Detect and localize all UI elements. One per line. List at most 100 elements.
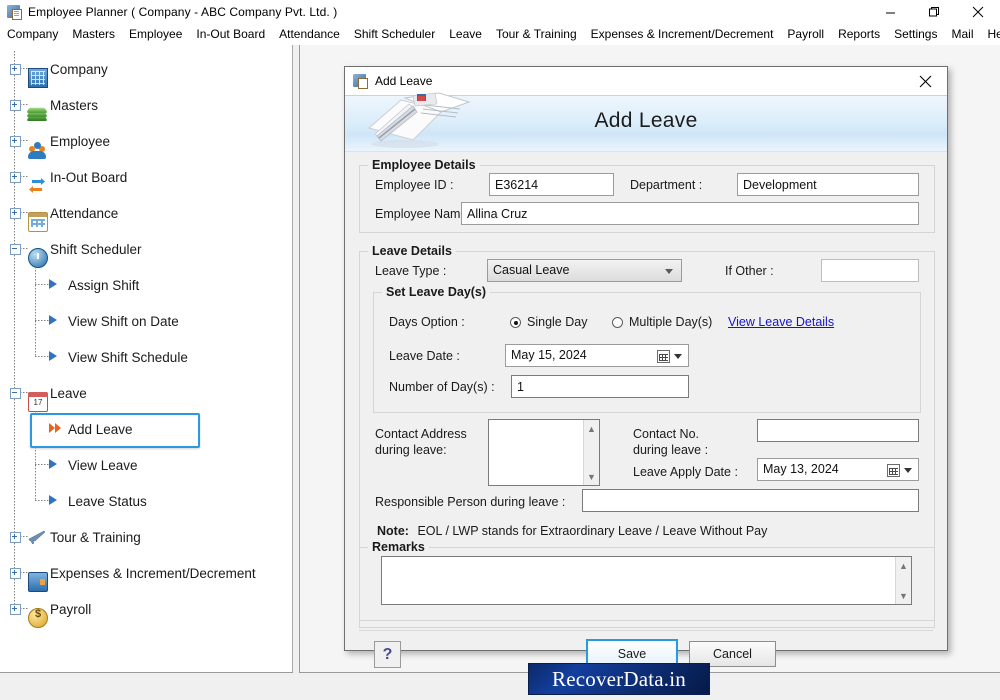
department-label: Department : [630, 178, 703, 192]
employee-name-label: Employee Name : [375, 207, 475, 221]
sidebar-item-assign-shift[interactable]: Assign Shift [0, 267, 292, 303]
collapse-toggle-icon[interactable] [10, 388, 21, 399]
arrow-right-icon [49, 315, 57, 325]
menu-item-masters[interactable]: Masters [65, 24, 122, 45]
menu-item-settings[interactable]: Settings [887, 24, 944, 45]
leave-type-select[interactable]: Casual Leave [487, 259, 682, 282]
expand-toggle-icon[interactable] [10, 604, 21, 615]
menu-item-tour-training[interactable]: Tour & Training [489, 24, 584, 45]
menu-item-shift-scheduler[interactable]: Shift Scheduler [347, 24, 442, 45]
remarks-textarea[interactable]: ▲ ▼ [381, 556, 912, 605]
collapse-toggle-icon[interactable] [10, 244, 21, 255]
expand-toggle-icon[interactable] [10, 100, 21, 111]
help-button[interactable]: ? [374, 641, 401, 668]
sidebar-item-expenses[interactable]: Expenses & Increment/Decrement [0, 555, 292, 592]
scroll-up-icon[interactable]: ▲ [584, 421, 599, 436]
sidebar-item-shift-scheduler[interactable]: Shift Scheduler [0, 231, 292, 268]
building-icon [28, 68, 48, 88]
number-of-days-field[interactable]: 1 [511, 375, 689, 398]
single-day-radio[interactable]: Single Day [510, 315, 587, 329]
leave-apply-date-field[interactable]: May 13, 2024 [757, 458, 919, 481]
contact-no-label-line1: Contact No. [633, 427, 700, 441]
sidebar-item-add-leave[interactable]: Add Leave [0, 411, 292, 448]
department-field[interactable]: Development [737, 173, 919, 196]
expand-toggle-icon[interactable] [10, 208, 21, 219]
sidebar-item-view-shift-schedule[interactable]: View Shift Schedule [0, 339, 292, 375]
set-leave-days-legend: Set Leave Day(s) [382, 285, 491, 299]
sidebar-item-in-out-board[interactable]: In-Out Board [0, 159, 292, 195]
application-window: Employee Planner ( Company - ABC Company… [0, 0, 1000, 700]
if-other-label: If Other : [725, 264, 774, 278]
contact-address-textarea[interactable]: ▲ ▼ [488, 419, 600, 486]
menu-item-employee[interactable]: Employee [122, 24, 189, 45]
minimize-button[interactable] [868, 0, 912, 24]
leave-date-field[interactable]: May 15, 2024 [505, 344, 689, 367]
expand-toggle-icon[interactable] [10, 136, 21, 147]
dialog-close-button[interactable] [903, 67, 947, 95]
remarks-legend: Remarks [368, 540, 429, 554]
single-day-label: Single Day [527, 315, 588, 329]
employee-id-field[interactable]: E36214 [489, 173, 614, 196]
scroll-down-icon[interactable]: ▼ [896, 588, 911, 603]
note-body: EOL / LWP stands for Extraordinary Leave… [417, 524, 768, 538]
sidebar-item-label: Masters [50, 97, 99, 113]
content-area: Company Masters Employee In-Out Board At… [0, 45, 1000, 700]
calendar-icon[interactable] [657, 350, 670, 363]
sidebar-item-label: Shift Scheduler [50, 241, 142, 257]
menu-item-expenses[interactable]: Expenses & Increment/Decrement [584, 24, 781, 45]
scroll-up-icon[interactable]: ▲ [896, 558, 911, 573]
sidebar-item-label: Tour & Training [50, 529, 141, 545]
sidebar-item-tour-training[interactable]: Tour & Training [0, 519, 292, 555]
sidebar-item-attendance[interactable]: Attendance [0, 195, 292, 232]
textarea-scrollbar[interactable]: ▲ ▼ [895, 557, 911, 604]
arrow-right-icon [49, 459, 57, 469]
sidebar-item-payroll[interactable]: Payroll [0, 591, 292, 628]
expand-toggle-icon[interactable] [10, 568, 21, 579]
scroll-down-icon[interactable]: ▼ [584, 469, 599, 484]
main-panel: Add Leave Add Leave Employee Details Emp… [299, 45, 1000, 673]
chevron-down-icon[interactable] [674, 354, 682, 359]
menu-bar: Company Masters Employee In-Out Board At… [0, 24, 1000, 46]
leave-date-label: Leave Date : [389, 349, 460, 363]
expand-toggle-icon[interactable] [10, 64, 21, 75]
menu-item-mail[interactable]: Mail [944, 24, 980, 45]
expand-toggle-icon[interactable] [10, 172, 21, 183]
radio-indicator [510, 317, 521, 328]
close-button[interactable] [956, 0, 1000, 24]
sidebar-item-masters[interactable]: Masters [0, 87, 292, 123]
calendar-icon[interactable] [887, 464, 900, 477]
sidebar-item-employee[interactable]: Employee [0, 123, 292, 159]
menu-item-payroll[interactable]: Payroll [780, 24, 831, 45]
chevron-down-icon[interactable] [904, 468, 912, 473]
sidebar-item-view-shift-on-date[interactable]: View Shift on Date [0, 303, 292, 339]
menu-item-company[interactable]: Company [0, 24, 65, 45]
sidebar-item-label: View Shift on Date [68, 313, 179, 329]
menu-item-in-out-board[interactable]: In-Out Board [189, 24, 272, 45]
arrow-right-icon [49, 279, 57, 289]
sidebar-item-view-leave[interactable]: View Leave [0, 447, 292, 483]
view-leave-details-link[interactable]: View Leave Details [728, 315, 834, 329]
sidebar-item-leave-status[interactable]: Leave Status [0, 483, 292, 519]
leave-date-value: May 15, 2024 [511, 348, 587, 362]
menu-item-leave[interactable]: Leave [442, 24, 489, 45]
multiple-days-radio[interactable]: Multiple Day(s) [612, 315, 712, 329]
menu-item-help[interactable]: Help [981, 24, 1000, 45]
sidebar-item-company[interactable]: Company [0, 51, 292, 88]
sidebar-item-leave[interactable]: Leave [0, 375, 292, 412]
leave-apply-date-value: May 13, 2024 [763, 462, 839, 476]
menu-item-reports[interactable]: Reports [831, 24, 887, 45]
employee-details-legend: Employee Details [368, 158, 480, 172]
note-text: Note: EOL / LWP stands for Extraordinary… [377, 524, 767, 538]
responsible-person-field[interactable] [582, 489, 919, 512]
note-prefix: Note: [377, 524, 409, 538]
contact-address-label-line2: during leave: [375, 443, 447, 457]
menu-item-attendance[interactable]: Attendance [272, 24, 347, 45]
employee-name-field[interactable]: Allina Cruz [461, 202, 919, 225]
in-out-arrows-icon [28, 177, 46, 195]
navigation-sidebar: Company Masters Employee In-Out Board At… [0, 45, 293, 673]
contact-no-field[interactable] [757, 419, 919, 442]
if-other-field[interactable] [821, 259, 919, 282]
maximize-button[interactable] [912, 0, 956, 24]
expand-toggle-icon[interactable] [10, 532, 21, 543]
textarea-scrollbar[interactable]: ▲ ▼ [583, 420, 599, 485]
